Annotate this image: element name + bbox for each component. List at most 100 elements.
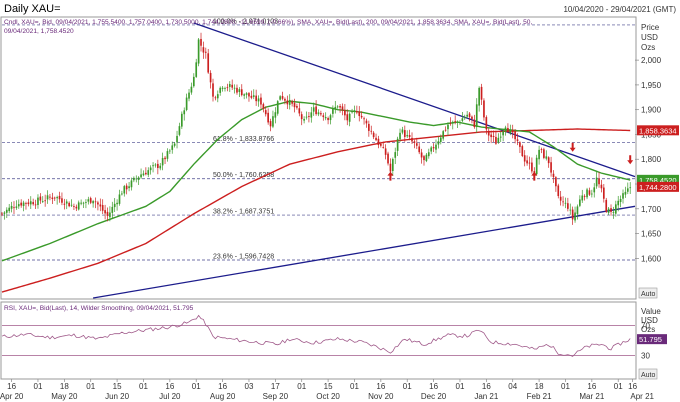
candle-body: [614, 204, 617, 214]
candle-body: [516, 139, 519, 141]
x-tick-label: 16: [628, 382, 637, 391]
candle-body: [159, 165, 162, 169]
x-month-label: May 20: [51, 392, 78, 401]
candle-body: [576, 206, 579, 214]
candle-body: [396, 138, 399, 151]
candle-body: [197, 39, 200, 64]
fib-level-label: 23.6% - 1,596.7428: [213, 253, 274, 260]
candle-body: [423, 156, 425, 161]
candle-body: [552, 173, 555, 178]
price-tick-label: 1,800: [641, 155, 662, 164]
candle-body: [39, 196, 42, 201]
candle-body: [411, 137, 413, 142]
price-tick-label: 1,950: [641, 81, 662, 90]
candle-body: [267, 112, 269, 123]
candle-body: [113, 203, 116, 208]
candle-body: [607, 208, 610, 213]
candle-body: [15, 206, 18, 208]
candle-body: [557, 185, 560, 197]
candle-body: [305, 116, 308, 118]
candle-body: [44, 200, 46, 202]
candle-body: [504, 127, 507, 132]
date-range: 10/04/2020 - 29/04/2021 (GMT): [563, 5, 676, 14]
candle-body: [545, 156, 548, 159]
candle-body: [619, 198, 622, 203]
candle-body: [164, 157, 166, 160]
candle-body: [497, 137, 500, 143]
candle-body: [339, 106, 341, 108]
candle-body: [118, 194, 121, 204]
x-tick-label: 17: [271, 382, 280, 391]
xau-chart: Daily XAU= 10/04/2020 - 29/04/2021 (GMT)…: [0, 3, 679, 401]
candle-body: [99, 204, 102, 207]
candle-body: [116, 202, 118, 205]
x-tick-label: 16: [7, 382, 16, 391]
candle-body: [195, 62, 198, 77]
candle-body: [473, 119, 476, 128]
candle-body: [427, 152, 430, 157]
candle-body: [617, 200, 620, 206]
candle-body: [526, 160, 528, 164]
fib-level-label: 38.2% - 1,687.3751: [213, 209, 274, 216]
x-tick-label: 01: [86, 382, 95, 391]
x-tick-label: 16: [587, 382, 596, 391]
rsi-tick-label: 30: [641, 352, 650, 361]
x-month-label: Apr 21: [630, 392, 654, 401]
candle-body: [49, 196, 51, 198]
candle-body: [133, 177, 135, 181]
x-tick-label: 15: [113, 382, 122, 391]
candle-body: [75, 206, 78, 209]
price-tick-label: 2,000: [641, 56, 662, 65]
candle-body: [509, 129, 512, 134]
rsi-last-label: 51.795: [639, 335, 662, 344]
candle-body: [351, 111, 353, 113]
candle-body: [279, 96, 281, 100]
candle-body: [413, 141, 416, 143]
candle-body: [363, 118, 365, 120]
candle-body: [629, 187, 632, 189]
candle-body: [10, 205, 13, 209]
candle-body: [104, 210, 106, 214]
x-month-label: Oct 20: [316, 392, 340, 401]
candle-body: [442, 131, 445, 139]
candle-body: [432, 147, 435, 149]
candle-body: [586, 189, 588, 198]
price-tick-label: 1,700: [641, 205, 662, 214]
candle-body: [308, 116, 310, 117]
candle-body: [322, 115, 325, 118]
candle-body: [439, 137, 442, 142]
candle-body: [291, 101, 293, 104]
candle-body: [499, 136, 502, 138]
candle-body: [154, 164, 157, 166]
candle-body: [391, 159, 394, 171]
candle-body: [312, 107, 315, 112]
candle-body: [600, 184, 603, 189]
candle-body: [425, 154, 428, 162]
chart-title: Daily XAU=: [4, 3, 61, 15]
candle-body: [161, 157, 164, 166]
candle-body: [77, 202, 80, 210]
candle-body: [365, 120, 368, 124]
candle-body: [353, 110, 356, 112]
price-axis-title: Price: [641, 23, 660, 32]
x-tick-label: 01: [614, 382, 623, 391]
candle-body: [183, 110, 186, 115]
candle-body: [180, 113, 183, 127]
x-month-label: Feb 21: [527, 392, 552, 401]
x-tick-label: 03: [245, 382, 254, 391]
price-auto-label: Auto: [641, 291, 656, 298]
price-panel: [0, 16, 637, 300]
x-tick-label: 18: [535, 382, 544, 391]
x-tick-label: 01: [403, 382, 412, 391]
candle-body: [296, 105, 298, 108]
candle-body: [447, 124, 449, 130]
candle-body: [255, 95, 257, 102]
x-tick-label: 16: [429, 382, 438, 391]
candle-body: [142, 173, 145, 176]
candle-body: [3, 212, 6, 214]
candle-body: [327, 117, 329, 121]
candle-body: [226, 87, 229, 89]
candle-body: [70, 204, 73, 206]
price-axis-unit: USD: [641, 33, 658, 42]
candle-body: [543, 149, 545, 158]
